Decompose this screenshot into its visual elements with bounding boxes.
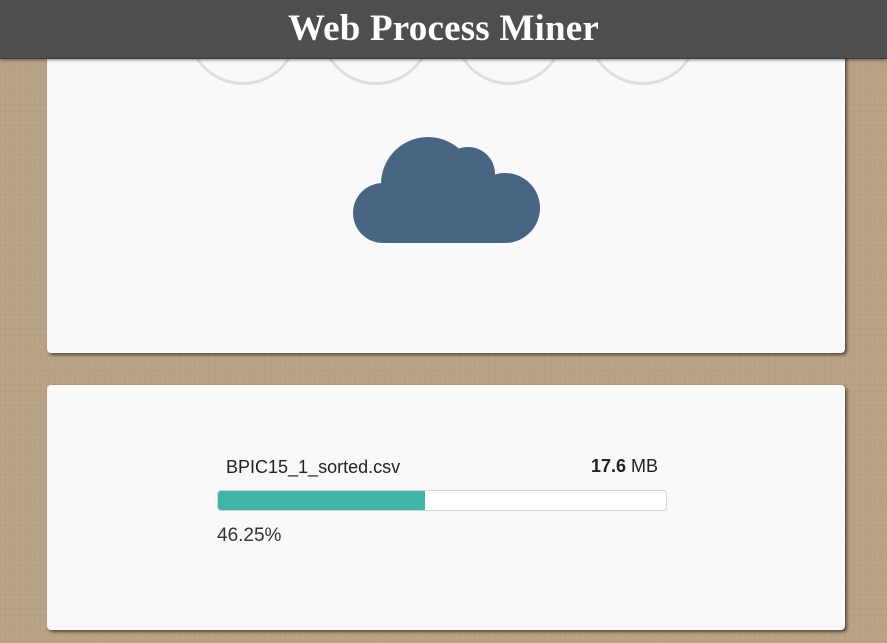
- upload-progress-bar: [217, 490, 667, 511]
- app-title: Web Process Miner: [288, 8, 599, 49]
- file-name: BPIC15_1_sorted.csv: [226, 457, 401, 477]
- upload-status-card: BPIC15_1_sorted.csv 17.6 MB 46.25%: [47, 385, 845, 630]
- upload-dropzone-card[interactable]: [47, 20, 845, 353]
- upload-progress-fill: [218, 491, 426, 510]
- upload-progress-percent: 46.25%: [217, 525, 282, 546]
- file-size-unit: MB: [631, 456, 658, 476]
- app-header: Web Process Miner: [0, 0, 887, 59]
- cloud-icon[interactable]: [353, 136, 541, 246]
- file-size: 17.6 MB: [591, 456, 658, 477]
- file-size-value: 17.6: [590, 456, 626, 476]
